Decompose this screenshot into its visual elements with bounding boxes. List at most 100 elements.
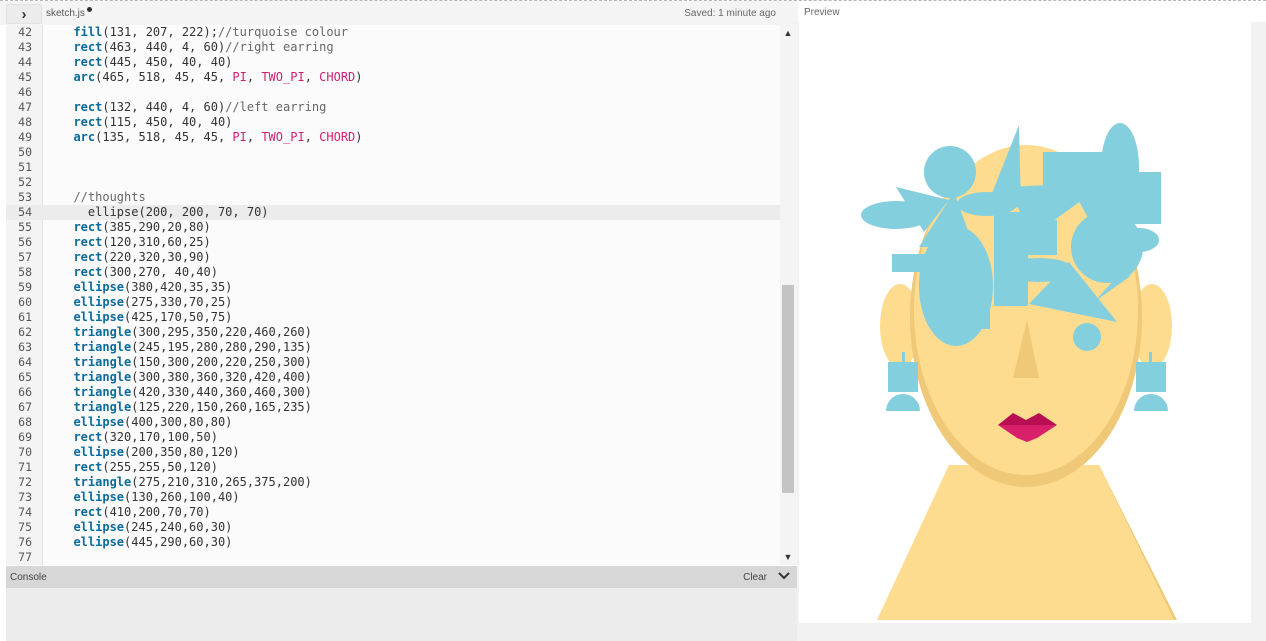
line-number: 72 <box>18 475 32 489</box>
code-text[interactable]: ellipse(275,330,70,25) <box>59 295 232 310</box>
code-line[interactable]: 43 rect(463, 440, 4, 60)//right earring <box>6 40 780 55</box>
code-text[interactable]: ellipse(200, 200, 70, 70) <box>59 205 269 220</box>
code-line[interactable]: 45 arc(465, 518, 45, 45, PI, TWO_PI, CHO… <box>6 70 780 85</box>
code-line[interactable]: 74 rect(410,200,70,70) <box>6 505 780 520</box>
code-line[interactable]: 63 triangle(245,195,280,280,290,135) <box>6 340 780 355</box>
code-text[interactable]: rect(120,310,60,25) <box>59 235 210 250</box>
code-line[interactable]: 71 rect(255,255,50,120) <box>6 460 780 475</box>
code-line[interactable]: 76 ellipse(445,290,60,30) <box>6 535 780 550</box>
code-text[interactable]: triangle(245,195,280,280,290,135) <box>59 340 311 355</box>
code-text[interactable]: ellipse(200,350,80,120) <box>59 445 239 460</box>
line-number: 54 <box>18 205 32 219</box>
code-text[interactable]: triangle(420,330,440,360,460,300) <box>59 385 311 400</box>
code-line[interactable]: 53 //thoughts <box>6 190 780 205</box>
code-text[interactable]: triangle(125,220,150,260,165,235) <box>59 400 311 415</box>
code-text[interactable]: ellipse(245,240,60,30) <box>59 520 232 535</box>
line-number: 48 <box>18 115 32 129</box>
line-number: 63 <box>18 340 32 354</box>
code-line[interactable]: 59 ellipse(380,420,35,35) <box>6 280 780 295</box>
code-line[interactable]: 56 rect(120,310,60,25) <box>6 235 780 250</box>
code-line[interactable]: 75 ellipse(245,240,60,30) <box>6 520 780 535</box>
editor-scrollbar[interactable]: ▲ ▼ <box>780 25 797 565</box>
code-text[interactable]: arc(465, 518, 45, 45, PI, TWO_PI, CHORD) <box>59 70 362 85</box>
code-line[interactable]: 72 triangle(275,210,310,265,375,200) <box>6 475 780 490</box>
line-number: 59 <box>18 280 32 294</box>
code-text[interactable]: rect(445, 450, 40, 40) <box>59 55 232 70</box>
line-number: 46 <box>18 85 32 99</box>
code-line[interactable]: 42 fill(131, 207, 222);//turquoise colou… <box>6 25 780 40</box>
scroll-thumb[interactable] <box>782 285 794 493</box>
code-line[interactable]: 47 rect(132, 440, 4, 60)//left earring <box>6 100 780 115</box>
code-line[interactable]: 58 rect(300,270, 40,40) <box>6 265 780 280</box>
code-line[interactable]: 69 rect(320,170,100,50) <box>6 430 780 445</box>
code-text[interactable]: rect(132, 440, 4, 60)//left earring <box>59 100 326 115</box>
code-lines[interactable]: 42 fill(131, 207, 222);//turquoise colou… <box>6 25 780 565</box>
console-header[interactable]: Console Clear <box>6 566 797 588</box>
code-text[interactable]: ellipse(380,420,35,35) <box>59 280 232 295</box>
code-line[interactable]: 77 <box>6 550 780 565</box>
code-text[interactable]: rect(463, 440, 4, 60)//right earring <box>59 40 333 55</box>
code-line[interactable]: 70 ellipse(200,350,80,120) <box>6 445 780 460</box>
code-text[interactable]: rect(115, 450, 40, 40) <box>59 115 232 130</box>
line-number: 66 <box>18 385 32 399</box>
code-text[interactable]: rect(320,170,100,50) <box>59 430 218 445</box>
code-text[interactable]: rect(300,270, 40,40) <box>59 265 218 280</box>
code-line[interactable]: 51 <box>6 160 780 175</box>
scroll-down-arrow-icon[interactable]: ▼ <box>783 552 793 562</box>
code-line[interactable]: 50 <box>6 145 780 160</box>
line-number: 74 <box>18 505 32 519</box>
code-text[interactable]: ellipse(130,260,100,40) <box>59 490 239 505</box>
code-text[interactable]: fill(131, 207, 222);//turquoise colour <box>59 25 348 40</box>
sketch-drawing <box>861 123 1177 620</box>
code-text[interactable]: ellipse(400,300,80,80) <box>59 415 232 430</box>
chevron-down-icon[interactable] <box>775 567 793 585</box>
code-line[interactable]: 65 triangle(300,380,360,320,420,400) <box>6 370 780 385</box>
code-text[interactable]: arc(135, 518, 45, 45, PI, TWO_PI, CHORD) <box>59 130 362 145</box>
line-number: 43 <box>18 40 32 54</box>
line-number: 61 <box>18 310 32 324</box>
sketch-canvas[interactable] <box>799 22 1251 623</box>
code-line[interactable]: 46 <box>6 85 780 100</box>
code-line[interactable]: 68 ellipse(400,300,80,80) <box>6 415 780 430</box>
editor-header: › sketch.js Saved: 1 minute ago <box>0 1 798 25</box>
code-text[interactable]: rect(410,200,70,70) <box>59 505 210 520</box>
code-line[interactable]: 48 rect(115, 450, 40, 40) <box>6 115 780 130</box>
code-text[interactable]: triangle(150,300,200,220,250,300) <box>59 355 311 370</box>
code-line[interactable]: 55 rect(385,290,20,80) <box>6 220 780 235</box>
line-number: 69 <box>18 430 32 444</box>
code-line[interactable]: 57 rect(220,320,30,90) <box>6 250 780 265</box>
code-text[interactable]: triangle(300,380,360,320,420,400) <box>59 370 311 385</box>
code-line[interactable]: 54 ellipse(200, 200, 70, 70) <box>6 205 780 220</box>
code-text[interactable]: ellipse(425,170,50,75) <box>59 310 232 325</box>
sidebar-toggle-button[interactable]: › <box>6 4 42 24</box>
code-line[interactable]: 66 triangle(420,330,440,360,460,300) <box>6 385 780 400</box>
code-text[interactable]: rect(220,320,30,90) <box>59 250 210 265</box>
file-tab-name[interactable]: sketch.js <box>46 8 85 19</box>
scroll-up-arrow-icon[interactable]: ▲ <box>783 28 793 38</box>
code-line[interactable]: 62 triangle(300,295,350,220,460,260) <box>6 325 780 340</box>
console-title: Console <box>10 572 47 583</box>
code-text[interactable]: triangle(275,210,310,265,375,200) <box>59 475 311 490</box>
code-text[interactable]: //thoughts <box>59 190 145 205</box>
code-line[interactable]: 61 ellipse(425,170,50,75) <box>6 310 780 325</box>
code-line[interactable]: 60 ellipse(275,330,70,25) <box>6 295 780 310</box>
code-text[interactable]: rect(255,255,50,120) <box>59 460 218 475</box>
line-number: 45 <box>18 70 32 84</box>
console-output <box>6 588 797 641</box>
code-line[interactable]: 44 rect(445, 450, 40, 40) <box>6 55 780 70</box>
code-line[interactable]: 49 arc(135, 518, 45, 45, PI, TWO_PI, CHO… <box>6 130 780 145</box>
code-editor[interactable]: 42 fill(131, 207, 222);//turquoise colou… <box>6 25 780 565</box>
code-line[interactable]: 67 triangle(125,220,150,260,165,235) <box>6 400 780 415</box>
code-text[interactable]: triangle(300,295,350,220,460,260) <box>59 325 311 340</box>
code-text[interactable]: rect(385,290,20,80) <box>59 220 210 235</box>
line-number: 51 <box>18 160 32 174</box>
code-text[interactable]: ellipse(445,290,60,30) <box>59 535 232 550</box>
console-clear-button[interactable]: Clear <box>743 572 767 583</box>
line-number: 44 <box>18 55 32 69</box>
code-line[interactable]: 52 <box>6 175 780 190</box>
line-number: 42 <box>18 25 32 39</box>
line-number: 75 <box>18 520 32 534</box>
preview-label: Preview <box>804 7 840 18</box>
code-line[interactable]: 64 triangle(150,300,200,220,250,300) <box>6 355 780 370</box>
code-line[interactable]: 73 ellipse(130,260,100,40) <box>6 490 780 505</box>
